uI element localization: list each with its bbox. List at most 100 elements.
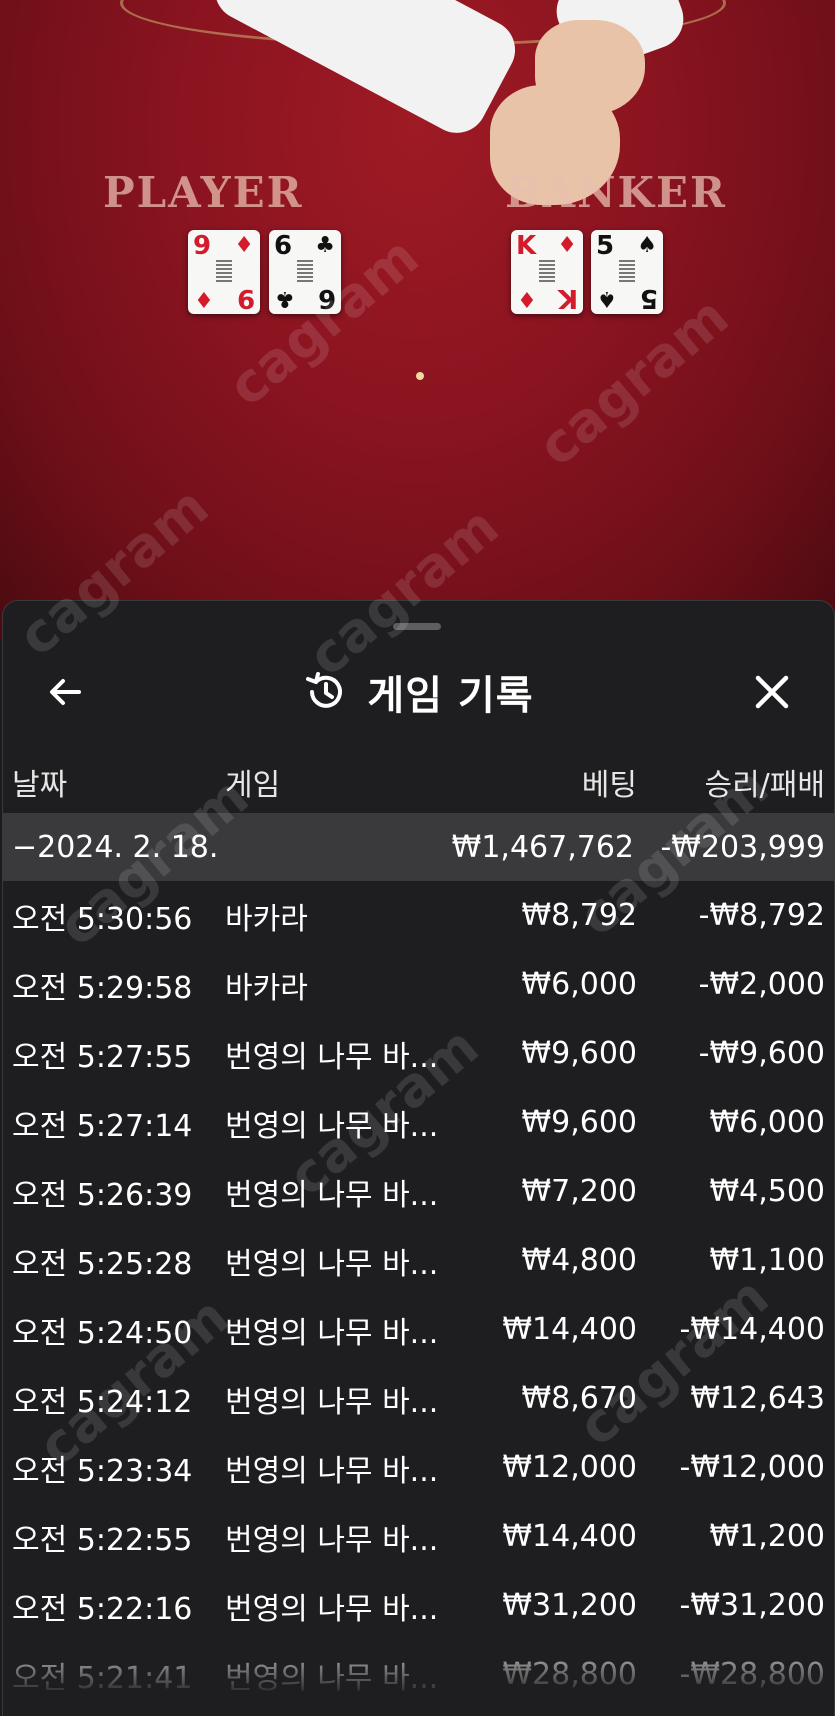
dealer-sleeve-left — [204, 0, 526, 144]
row-game: 번영의 나무 바... — [225, 1177, 439, 1213]
history-row[interactable]: 오전 5:21:41 번영의 나무 바... ₩28,800 -₩28,800 — [3, 1640, 834, 1709]
row-bet: ₩9,600 — [521, 1036, 637, 1071]
history-row[interactable]: 오전 5:23:34 번영의 나무 바... ₩12,000 -₩12,000 — [3, 1433, 834, 1502]
row-win-loss: -₩14,400 — [679, 1312, 825, 1347]
history-row[interactable]: 오전 5:27:14 번영의 나무 바... ₩9,600 ₩6,000 — [3, 1088, 834, 1157]
sheet-header: 게임 기록 — [3, 646, 834, 736]
club-suit-icon: ♣ — [275, 286, 295, 311]
row-time: 오전 5:27:14 — [12, 1108, 193, 1144]
row-time: 오전 5:27:55 — [12, 1039, 193, 1075]
row-win-loss: ₩1,200 — [709, 1519, 825, 1554]
history-row[interactable]: 오전 5:22:16 번영의 나무 바... ₩31,200 -₩31,200 — [3, 1571, 834, 1640]
row-time: 오전 5:25:28 — [12, 1246, 193, 1282]
card-rank: 9 — [193, 231, 212, 261]
table-header: 날짜 게임 베팅 승리/패배 — [3, 749, 834, 815]
row-win-loss: -₩31,200 — [679, 1588, 825, 1623]
table-marker-dot — [416, 372, 424, 380]
row-game: 바카라 — [225, 970, 308, 1006]
spade-suit-icon: ♠ — [637, 233, 657, 258]
page-title: 게임 기록 — [367, 673, 534, 719]
column-header-win-loss[interactable]: 승리/패배 — [704, 749, 825, 815]
row-time: 오전 5:21:41 — [12, 1660, 193, 1696]
banker-card-1: K ♦ ♦ K — [511, 230, 583, 314]
card-rank: K — [516, 231, 537, 261]
history-row[interactable]: 오전 5:25:28 번영의 나무 바... ₩4,800 ₩1,100 — [3, 1226, 834, 1295]
row-game: 번영의 나무 바... — [225, 1384, 439, 1420]
row-win-loss: -₩8,792 — [698, 898, 825, 933]
game-history-sheet: 게임 기록 날짜 게임 베팅 승리/패배 −2024. 2. 18. ₩1,46… — [2, 600, 835, 1716]
row-time: 오전 5:26:39 — [12, 1177, 193, 1213]
row-win-loss: ₩6,000 — [709, 1105, 825, 1140]
live-table-video: PLAYER BANKER 9 ♦ ♦ 9 6 ♣ ♣ 6 K ♦ ♦ K 5 … — [0, 0, 835, 640]
row-game: 번영의 나무 바... — [225, 1660, 439, 1696]
row-bet: ₩7,200 — [521, 1174, 637, 1209]
column-header-bet[interactable]: 베팅 — [582, 749, 637, 815]
card-pip — [619, 260, 635, 282]
sheet-drag-handle[interactable] — [393, 623, 441, 630]
card-pip — [297, 260, 313, 282]
card-rank: 6 — [274, 231, 293, 261]
banker-label: BANKER — [505, 168, 727, 217]
row-time: 오전 5:29:58 — [12, 970, 193, 1006]
row-game: 번영의 나무 바... — [225, 1108, 439, 1144]
row-bet: ₩6,000 — [521, 967, 637, 1002]
row-bet: ₩14,400 — [502, 1312, 637, 1347]
card-rank: 9 — [236, 283, 255, 313]
history-row[interactable]: 오전 5:29:58 바카라 ₩6,000 -₩2,000 — [3, 950, 834, 1019]
player-card-1: 9 ♦ ♦ 9 — [188, 230, 260, 314]
row-win-loss: -₩28,800 — [679, 1657, 825, 1692]
row-time: 오전 5:24:50 — [12, 1315, 193, 1351]
history-row[interactable]: 오전 5:24:12 번영의 나무 바... ₩8,670 ₩12,643 — [3, 1364, 834, 1433]
group-win-loss-total: -₩203,999 — [660, 829, 825, 865]
row-time: 오전 5:22:55 — [12, 1522, 193, 1558]
row-time: 오전 5:23:34 — [12, 1453, 193, 1489]
row-time: 오전 5:30:56 — [12, 901, 193, 937]
player-label: PLAYER — [103, 168, 304, 217]
row-bet: ₩8,792 — [521, 898, 637, 933]
club-suit-icon: ♣ — [315, 233, 335, 258]
row-bet: ₩12,000 — [502, 1450, 637, 1485]
row-bet: ₩9,600 — [521, 1105, 637, 1140]
column-header-game[interactable]: 게임 — [225, 749, 280, 815]
column-header-date[interactable]: 날짜 — [12, 749, 67, 815]
card-rank: 6 — [317, 283, 336, 313]
row-bet: ₩14,400 — [502, 1519, 637, 1554]
history-list: 오전 5:30:56 바카라 ₩8,792 -₩8,792 오전 5:29:58… — [3, 881, 834, 1709]
close-button[interactable] — [746, 666, 798, 718]
diamond-suit-icon: ♦ — [517, 286, 537, 311]
row-win-loss: ₩12,643 — [690, 1381, 825, 1416]
history-row[interactable]: 오전 5:30:56 바카라 ₩8,792 -₩8,792 — [3, 881, 834, 950]
diamond-suit-icon: ♦ — [234, 233, 254, 258]
date-group-row[interactable]: −2024. 2. 18. ₩1,467,762 -₩203,999 — [3, 813, 834, 881]
dealer-hand-right — [535, 20, 645, 115]
history-icon — [306, 672, 343, 708]
row-win-loss: ₩1,100 — [709, 1243, 825, 1278]
diamond-suit-icon: ♦ — [557, 233, 577, 258]
card-pip — [216, 260, 232, 282]
row-win-loss: -₩9,600 — [698, 1036, 825, 1071]
row-win-loss: -₩12,000 — [679, 1450, 825, 1485]
row-game: 번영의 나무 바... — [225, 1039, 439, 1075]
row-bet: ₩28,800 — [502, 1657, 637, 1692]
title-group: 게임 기록 — [3, 666, 834, 719]
history-row[interactable]: 오전 5:27:55 번영의 나무 바... ₩9,600 -₩9,600 — [3, 1019, 834, 1088]
history-row[interactable]: 오전 5:22:55 번영의 나무 바... ₩14,400 ₩1,200 — [3, 1502, 834, 1571]
group-bet-total: ₩1,467,762 — [451, 829, 634, 865]
row-game: 바카라 — [225, 901, 308, 937]
card-rank: 5 — [596, 231, 615, 261]
row-game: 번영의 나무 바... — [225, 1315, 439, 1351]
row-bet: ₩8,670 — [521, 1381, 637, 1416]
row-time: 오전 5:24:12 — [12, 1384, 193, 1420]
spade-suit-icon: ♠ — [597, 286, 617, 311]
card-pip — [539, 260, 555, 282]
history-row[interactable]: 오전 5:26:39 번영의 나무 바... ₩7,200 ₩4,500 — [3, 1157, 834, 1226]
row-time: 오전 5:22:16 — [12, 1591, 193, 1627]
close-icon — [755, 675, 789, 709]
row-win-loss: ₩4,500 — [709, 1174, 825, 1209]
screen: PLAYER BANKER 9 ♦ ♦ 9 6 ♣ ♣ 6 K ♦ ♦ K 5 … — [0, 0, 835, 1716]
group-date: −2024. 2. 18. — [12, 829, 219, 865]
banker-card-2: 5 ♠ ♠ 5 — [591, 230, 663, 314]
card-rank: 5 — [639, 283, 658, 313]
row-bet: ₩31,200 — [502, 1588, 637, 1623]
history-row[interactable]: 오전 5:24:50 번영의 나무 바... ₩14,400 -₩14,400 — [3, 1295, 834, 1364]
